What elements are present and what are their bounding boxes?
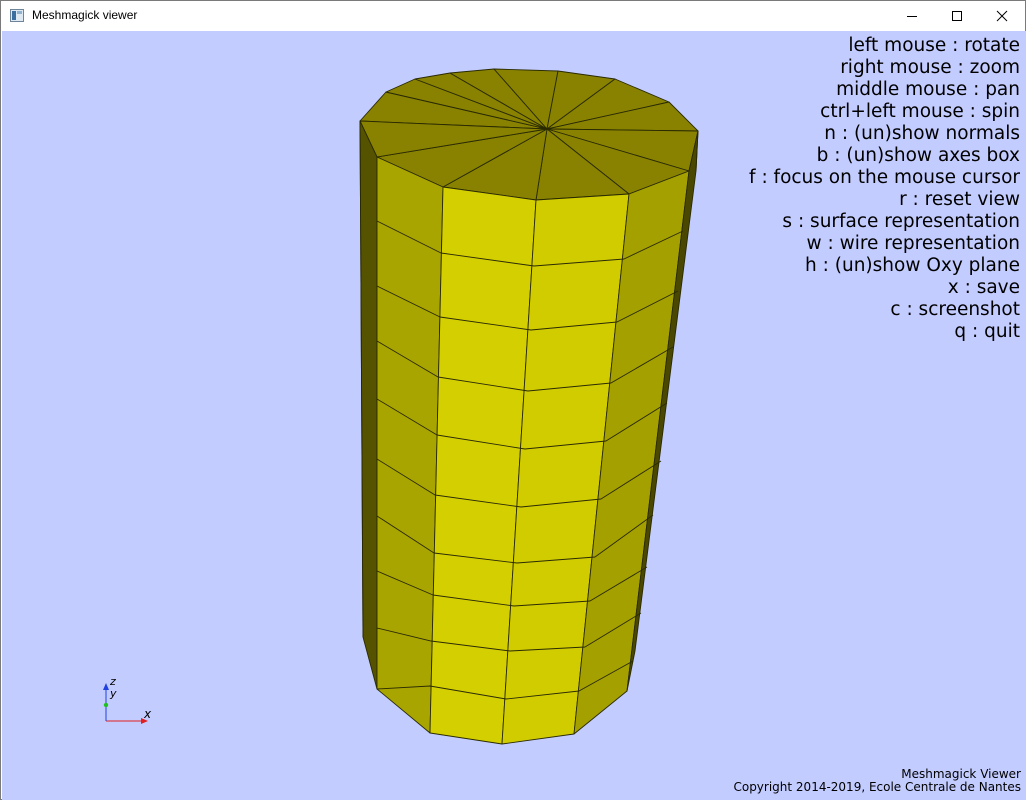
app-window: Meshmagick viewer x z y left mouse: rot… [0,0,1026,800]
help-line: left mouse : rotate [848,35,1020,56]
help-line: w : wire representation [806,233,1020,254]
help-line: right mouse : zoom [840,57,1020,78]
help-line: x : save [947,277,1020,298]
close-button[interactable] [979,1,1025,31]
close-icon [996,10,1008,22]
help-line: middle mouse : pan [836,79,1020,100]
help-line: r : reset view [899,189,1020,210]
help-line: b : (un)show axes box [816,145,1020,166]
viewer-footer: Meshmagick Viewer Copyright 2014-2019, E… [733,768,1021,794]
minimize-icon [907,16,917,17]
app-window-icon [10,9,24,22]
footer-copyright: Copyright 2014-2019, Ecole Centrale de N… [733,780,1021,794]
help-line: n : (un)show normals [824,123,1020,144]
y-axis-label: y [109,687,117,700]
help-line: q : quit [954,321,1020,342]
maximize-icon [952,11,962,21]
help-line: s : surface representation [782,211,1020,232]
help-line: h : (un)show Oxy plane [805,255,1020,276]
keyboard-help: left mouse : rotate right mouse : zoom m… [749,35,1020,343]
3d-viewport[interactable]: x z y left mouse : rotate right mouse : … [2,31,1026,800]
help-line: c : screenshot [890,299,1020,320]
orientation-axes: x z y [103,675,152,724]
window-title: Meshmagick viewer [32,8,138,22]
help-line: f : focus on the mouse cursor [749,167,1020,188]
minimize-button[interactable] [889,1,935,31]
x-axis-label: x [143,707,152,721]
title-bar[interactable]: Meshmagick viewer [1,1,1025,31]
help-line: ctrl+left mouse : spin [820,101,1020,122]
maximize-button[interactable] [934,1,980,31]
